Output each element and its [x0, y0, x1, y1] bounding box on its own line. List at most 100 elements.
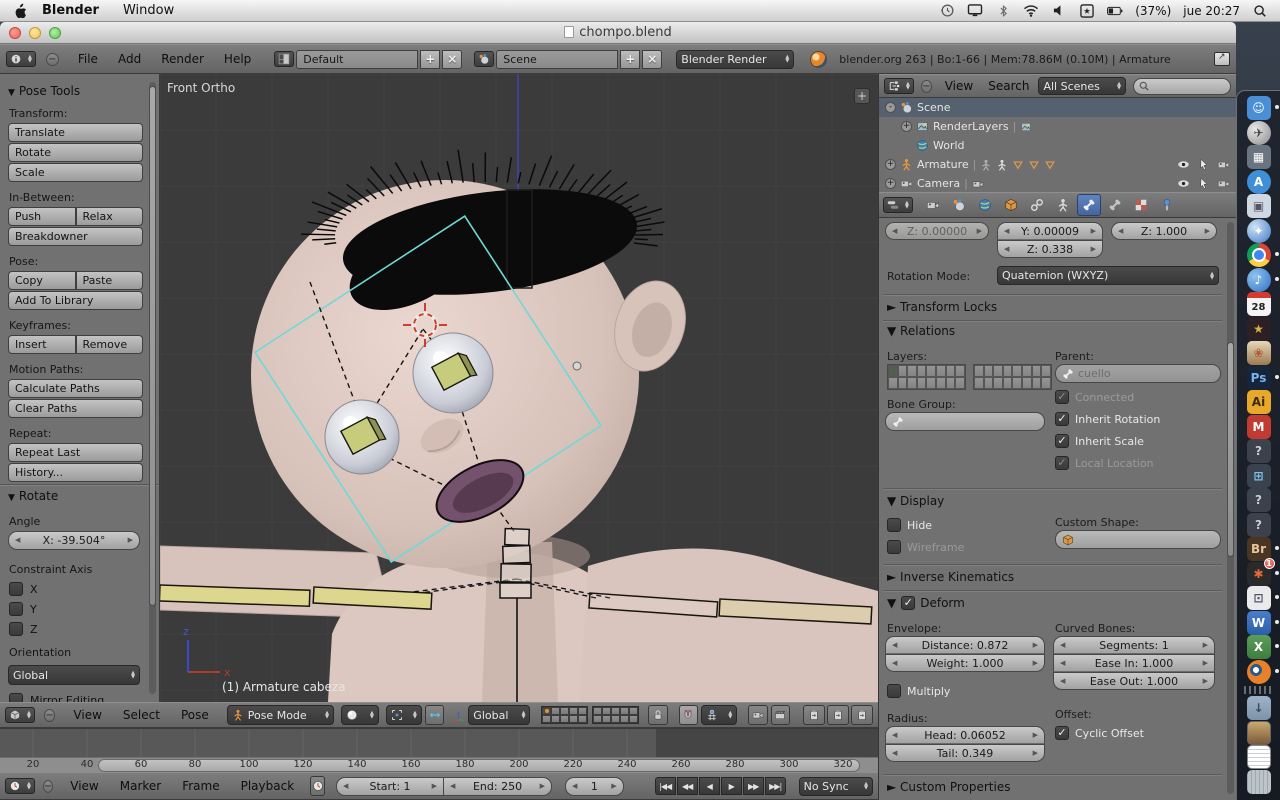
empty-object-dot[interactable]: [573, 362, 581, 370]
editor-type-button-outliner[interactable]: ▲▼: [884, 78, 914, 94]
dock-item-calendar[interactable]: 28: [1247, 292, 1271, 316]
dock-item-preview[interactable]: ▣: [1247, 194, 1271, 218]
transform-orientation-selector[interactable]: Global▲▼: [468, 705, 530, 725]
pivot-point-selector[interactable]: ▲▼: [386, 705, 422, 725]
tool-button-clear-paths[interactable]: Clear Paths: [8, 399, 143, 418]
angle-slider[interactable]: ◀X: -39.504°▶: [8, 531, 140, 550]
collapse-icon[interactable]: -: [885, 102, 896, 113]
bone-layer-cell[interactable]: [917, 365, 927, 377]
battery-icon[interactable]: [1107, 4, 1123, 18]
collapse-menus-button-3d[interactable]: −: [44, 709, 56, 722]
menu-view-outliner[interactable]: View: [939, 79, 979, 93]
dock-item-trash[interactable]: [1247, 770, 1271, 794]
menu-select-3d[interactable]: Select: [114, 708, 169, 722]
bone-layer-cell[interactable]: [1012, 377, 1022, 389]
dock-item-imovie[interactable]: ★: [1247, 317, 1271, 341]
constraint-axis-y[interactable]: ✓Y: [9, 602, 143, 616]
layer-cell[interactable]: [542, 707, 551, 715]
collapse-menus-button-timeline[interactable]: −: [43, 780, 53, 793]
sync-mode-selector[interactable]: No Sync▲▼: [799, 777, 873, 796]
orientation-selector[interactable]: Global▲▼: [8, 665, 140, 685]
dock-item-blender[interactable]: [1247, 660, 1271, 684]
add-scene-button[interactable]: +: [620, 50, 640, 69]
tool-button-calculate-paths[interactable]: Calculate Paths: [8, 379, 143, 398]
bone-layer-cell[interactable]: [936, 365, 946, 377]
envelope-distance-field[interactable]: ◀Distance: 0.872▶: [885, 636, 1045, 654]
region-expand-button[interactable]: +: [854, 88, 870, 104]
tool-button-paste[interactable]: Paste: [76, 271, 144, 290]
bone-layer-cell[interactable]: [993, 377, 1003, 389]
menubar-app-name[interactable]: Blender: [32, 3, 109, 18]
envelope-weight-field[interactable]: ◀Weight: 1.000▶: [885, 654, 1045, 672]
hide-checkbox[interactable]: ✓Hide: [887, 518, 932, 532]
add-layout-button[interactable]: +: [420, 50, 440, 69]
scene-selector[interactable]: Scene: [496, 50, 618, 69]
editor-type-button-properties[interactable]: ▲▼: [883, 197, 913, 213]
timeline-editor[interactable]: 2040608010012014016018020022024026028030…: [0, 728, 878, 772]
radius-head-field[interactable]: ◀Head: 0.06052▶: [885, 726, 1045, 744]
outliner-row-armature[interactable]: +Armature|: [879, 155, 1236, 174]
tool-button-rotate[interactable]: Rotate: [8, 143, 143, 162]
paste-pose-button[interactable]: [827, 705, 849, 725]
layer-cell[interactable]: [551, 715, 560, 723]
snap-element-selector[interactable]: ▲▼: [701, 705, 737, 725]
scene-icon[interactable]: [474, 51, 494, 67]
properties-scrollbar[interactable]: [1227, 222, 1234, 794]
lock-to-scene-button[interactable]: [648, 705, 667, 725]
bone-layers-grid-a[interactable]: [887, 364, 966, 390]
display-panel-header[interactable]: ▼ Display: [887, 494, 944, 508]
bluetooth-icon[interactable]: [995, 4, 1011, 18]
dock-item-illustrator[interactable]: Ai: [1247, 390, 1271, 414]
rotation-mode-selector[interactable]: Quaternion (WXYZ)▲▼: [997, 266, 1219, 285]
dock-item-red-m-app[interactable]: M: [1247, 415, 1271, 439]
editor-type-button[interactable]: ▲▼: [6, 51, 36, 67]
bone-layer-cell[interactable]: [1032, 377, 1042, 389]
bone-layer-cell[interactable]: [888, 377, 898, 389]
tool-button-push[interactable]: Push: [8, 207, 76, 226]
collapse-menus-button[interactable]: −: [46, 53, 59, 66]
layer-cell[interactable]: [593, 715, 602, 723]
local-location-checkbox[interactable]: ✓Local Location: [1055, 456, 1154, 470]
dock-item-window-preview-1[interactable]: [1247, 721, 1271, 745]
tool-button-add-to-library[interactable]: Add To Library: [8, 291, 143, 310]
tool-button-repeat-last[interactable]: Repeat Last: [8, 443, 143, 462]
segments-field[interactable]: ◀Segments: 1▶: [1053, 636, 1215, 654]
layer-cell[interactable]: [560, 707, 569, 715]
visibility-toggle-icon[interactable]: [1177, 177, 1190, 190]
constraint-axis-x[interactable]: ✓X: [9, 582, 143, 596]
renderability-toggle-icon[interactable]: [1217, 158, 1230, 171]
dock-item-chrome[interactable]: [1247, 243, 1271, 267]
properties-tab-scene[interactable]: [947, 194, 971, 216]
visibility-toggle-icon[interactable]: [1177, 158, 1190, 171]
volume-icon[interactable]: [1051, 4, 1067, 18]
toolshelf-scrollbar-thumb[interactable]: [149, 86, 156, 606]
dock-item-downloads-folder[interactable]: ↓: [1247, 696, 1271, 720]
layer-cell[interactable]: [542, 715, 551, 723]
manipulator-toggle[interactable]: [425, 705, 444, 725]
bone-layer-cell[interactable]: [993, 365, 1003, 377]
snap-toggle-button[interactable]: [679, 705, 698, 725]
tool-button-translate[interactable]: Translate: [8, 123, 143, 142]
mirror-editing-checkbox[interactable]: ✓Mirror Editing: [9, 693, 143, 702]
bone-layer-cell[interactable]: [1041, 377, 1051, 389]
display-icon[interactable]: [967, 4, 983, 18]
neck-bone-stack[interactable]: [500, 529, 531, 598]
menu-render[interactable]: Render: [152, 52, 213, 66]
toolshelf-scrollbar[interactable]: [149, 82, 156, 694]
bone-layer-cell[interactable]: [907, 377, 917, 389]
layer-cell[interactable]: [569, 707, 578, 715]
window-duplicate-button[interactable]: [1214, 52, 1230, 66]
layer-buttons[interactable]: [541, 706, 639, 724]
bone-layer-cell[interactable]: [888, 365, 898, 377]
pose-tools-panel-header[interactable]: ▼Pose Tools: [8, 84, 143, 98]
selectability-toggle-icon[interactable]: [1197, 158, 1210, 171]
screen-layout-selector[interactable]: Default: [296, 50, 418, 69]
tool-button-remove[interactable]: Remove: [76, 335, 144, 354]
render-engine-selector[interactable]: Blender Render▲▼: [676, 50, 794, 69]
layer-cell[interactable]: [593, 707, 602, 715]
relations-panel-header[interactable]: ▼ Relations: [887, 324, 955, 338]
menubar-clock[interactable]: jue 20:27: [1183, 4, 1240, 18]
properties-tab-armature-data[interactable]: [1051, 194, 1075, 216]
menu-frame[interactable]: Frame: [173, 779, 228, 793]
dock-item-unknown-app-3[interactable]: ?: [1247, 513, 1271, 537]
